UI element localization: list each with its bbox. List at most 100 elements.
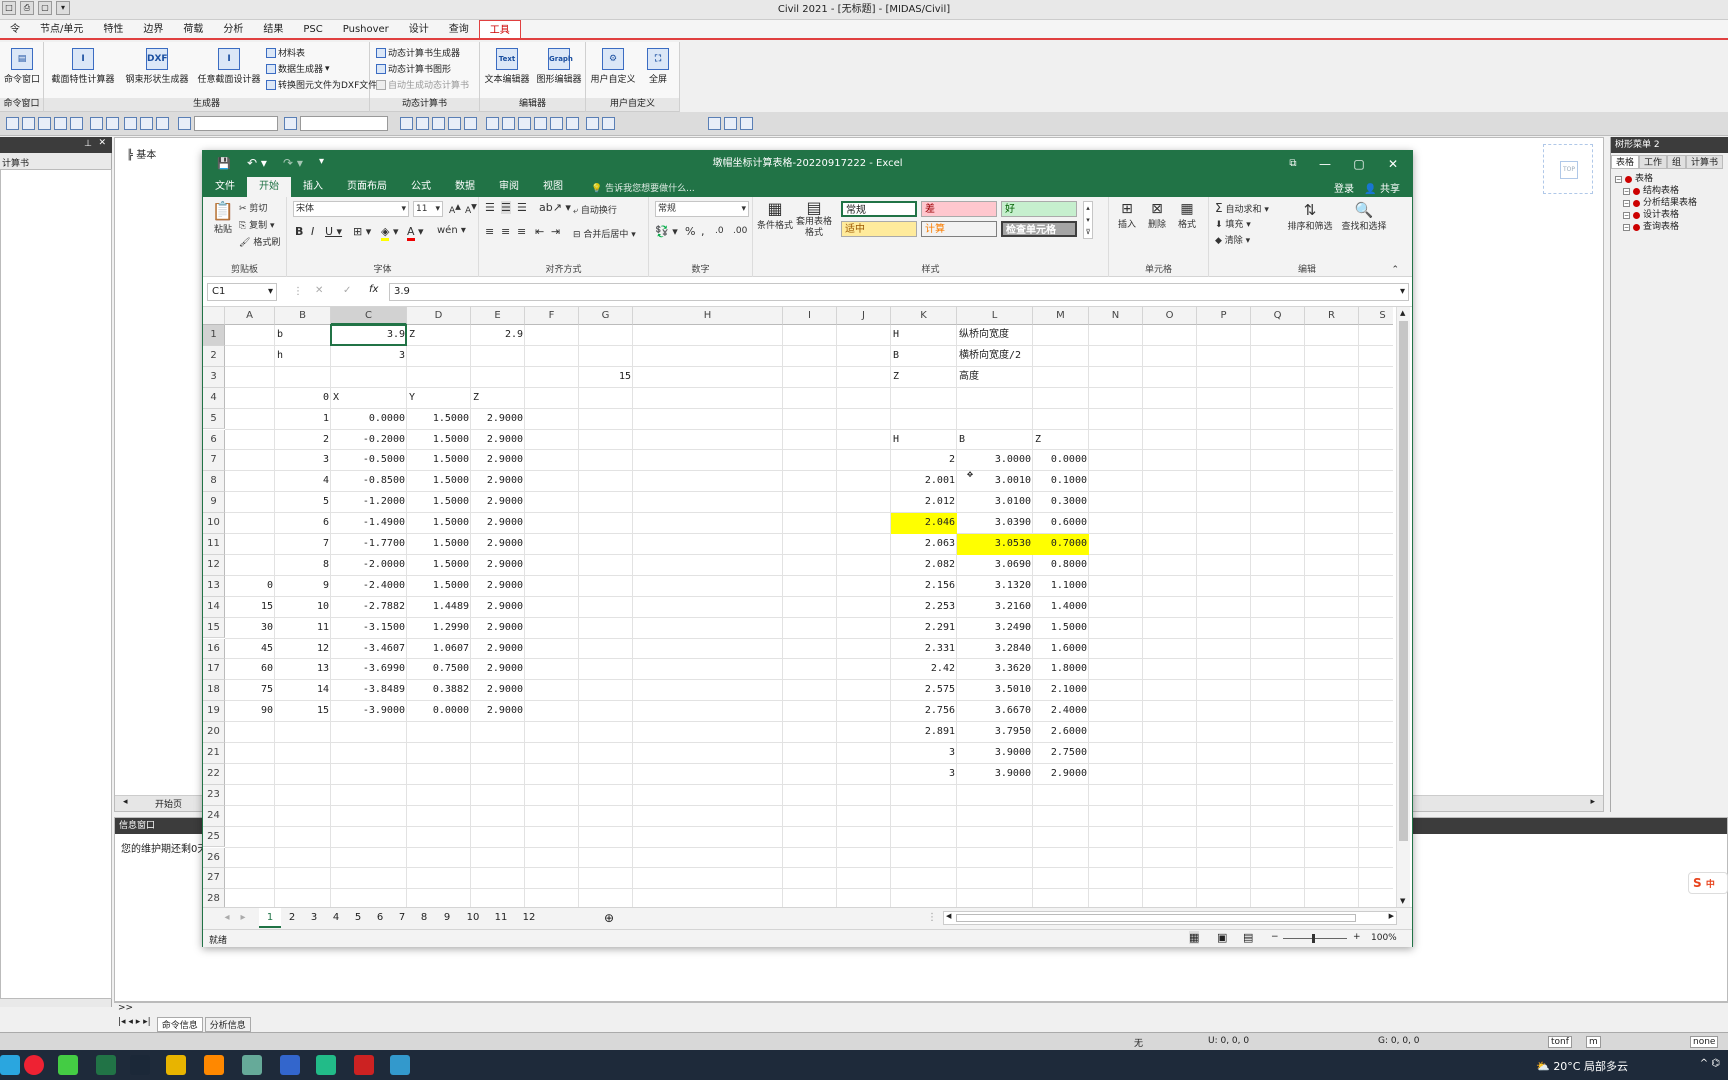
any-section-button[interactable]: I 任意截面设计器 (196, 46, 262, 85)
tree-tab-0[interactable]: 表格 (1611, 155, 1640, 169)
cell-M12[interactable]: 0.8000 (1033, 555, 1089, 576)
row-header[interactable]: 8 (203, 471, 225, 493)
sheet-tab-8[interactable]: 8 (413, 908, 435, 928)
cell-K11[interactable]: 2.063 (891, 534, 957, 555)
cell-B13[interactable]: 9 (275, 576, 331, 597)
cell-D5[interactable]: 1.5000 (407, 409, 471, 430)
data-generator-button[interactable]: 数据生成器 ▾ (266, 62, 330, 75)
cell-M20[interactable]: 2.6000 (1033, 722, 1089, 743)
cell-B17[interactable]: 13 (275, 659, 331, 680)
cell-K14[interactable]: 2.253 (891, 597, 957, 618)
tree-item[interactable]: − 查询表格 (1615, 221, 1697, 233)
view-top-icon[interactable] (416, 117, 429, 130)
column-header[interactable]: D (407, 307, 471, 325)
tree-item[interactable]: − 结构表格 (1615, 185, 1697, 197)
maximize-button[interactable]: ▢ (1342, 151, 1376, 177)
cell-M21[interactable]: 2.7500 (1033, 743, 1089, 764)
mail-icon[interactable] (316, 1055, 336, 1075)
grid-icon[interactable] (708, 117, 721, 130)
cell-M9[interactable]: 0.3000 (1033, 492, 1089, 513)
cell-D13[interactable]: 1.5000 (407, 576, 471, 597)
window-icon[interactable]: ▢ (38, 1, 52, 15)
row-header[interactable]: 20 (203, 722, 225, 743)
cell-M6[interactable]: Z (1033, 430, 1089, 451)
row-header[interactable]: 22 (203, 763, 225, 785)
hidden-icon[interactable] (486, 117, 499, 130)
row-header[interactable]: 10 (203, 513, 225, 534)
row-header[interactable]: 27 (203, 868, 225, 890)
cell-A13[interactable]: 0 (225, 576, 275, 597)
cell-C10[interactable]: -1.4900 (331, 513, 407, 534)
civil-tab-0[interactable]: 令 (0, 20, 30, 38)
scroll-down-icon[interactable]: ▼ (1400, 897, 1405, 905)
cell-C6[interactable]: -0.2000 (331, 430, 407, 451)
cancel-icon[interactable]: ✕ (315, 285, 323, 296)
close-icon[interactable]: ✕ (98, 138, 106, 148)
decrease-decimal-icon[interactable]: .00 (733, 226, 747, 236)
sheet-tab-5[interactable]: 5 (347, 908, 369, 928)
redo-icon[interactable]: ↷ ▾ (283, 156, 303, 170)
cell-K22[interactable]: 3 (891, 764, 957, 785)
steel-shape-button[interactable]: DXF 钢束形状生成器 (122, 46, 192, 85)
style-check[interactable]: 检查单元格 (1001, 221, 1077, 237)
tree-item[interactable]: − 分析结果表格 (1615, 197, 1697, 209)
row-header[interactable]: 16 (203, 638, 225, 660)
cell-G3[interactable]: 15 (579, 367, 633, 388)
cell-D10[interactable]: 1.5000 (407, 513, 471, 534)
view-iso-icon[interactable] (448, 117, 461, 130)
close-button[interactable]: ✕ (1376, 151, 1410, 177)
scroll-right-icon[interactable]: ▶ (1389, 912, 1394, 920)
enter-icon[interactable]: ✓ (343, 285, 351, 296)
expand-icon[interactable]: − (1615, 175, 1622, 183)
cell-C13[interactable]: -2.4000 (331, 576, 407, 597)
copy-button[interactable]: ⎘ 复制 ▾ (239, 218, 274, 231)
bold-icon[interactable]: B (295, 225, 303, 238)
cell-E14[interactable]: 2.9000 (471, 597, 525, 618)
zoom-in-icon[interactable]: + (1353, 932, 1361, 942)
cell-K3[interactable]: Z (891, 367, 957, 388)
row-header[interactable]: 13 (203, 575, 225, 597)
increase-decimal-icon[interactable]: .0 (715, 226, 724, 236)
cell-M11[interactable]: 0.7000 (1033, 534, 1089, 555)
clear-button[interactable]: ◆ 清除 ▾ (1215, 233, 1250, 246)
cell-K9[interactable]: 2.012 (891, 492, 957, 513)
spreadsheet-grid[interactable]: A B C D E F G H I J K L M N O P Q R S 1 2 3 4 5 6 7 8 9 10 11 12 13 14 15… (203, 307, 1393, 907)
number-format-select[interactable]: 常规 ▾ (655, 201, 749, 217)
sheet-tab-1[interactable]: 1 (259, 908, 281, 928)
currency-icon[interactable]: 💱 ▾ (655, 225, 678, 238)
cell-L21[interactable]: 3.9000 (957, 743, 1033, 764)
border-icon[interactable]: ⊞ ▾ (353, 225, 371, 238)
network-icon[interactable]: ⌬ (1711, 1058, 1720, 1069)
user-custom-button[interactable]: ⚙ 用户自定义 (588, 46, 638, 85)
cell-E8[interactable]: 2.9000 (471, 471, 525, 492)
cell-A14[interactable]: 15 (225, 597, 275, 618)
tree-tab-3[interactable]: 计算书 (1686, 155, 1724, 169)
excel-tab-7[interactable]: 视图 (531, 177, 575, 197)
unselect-icon[interactable] (90, 117, 103, 130)
cell-E13[interactable]: 2.9000 (471, 576, 525, 597)
to-dxf-button[interactable]: 转换图元文件为DXF文件 (266, 78, 377, 91)
cell-K18[interactable]: 2.575 (891, 680, 957, 701)
select-all-corner[interactable] (203, 307, 225, 325)
civil-tab-3[interactable]: 边界 (133, 20, 173, 38)
column-header[interactable]: O (1143, 307, 1197, 325)
cell-E15[interactable]: 2.9000 (471, 618, 525, 639)
cell-M15[interactable]: 1.5000 (1033, 618, 1089, 639)
column-header[interactable]: E (471, 307, 525, 325)
civil-tab-8[interactable]: Pushover (333, 20, 399, 38)
autocad-icon[interactable] (354, 1055, 374, 1075)
row-header[interactable]: 23 (203, 784, 225, 806)
cell-L14[interactable]: 3.2160 (957, 597, 1033, 618)
page-layout-icon[interactable]: ▣ (1217, 931, 1227, 944)
column-header[interactable]: L (957, 307, 1033, 325)
cell-K19[interactable]: 2.756 (891, 701, 957, 722)
row-header[interactable]: 9 (203, 492, 225, 514)
minimize-button[interactable]: — (1308, 151, 1342, 177)
auto-dyn-button[interactable]: 自动生成动态计算书 (376, 78, 469, 91)
row-header[interactable]: 18 (203, 680, 225, 702)
sheet-tab-10[interactable]: 10 (459, 908, 487, 928)
select-polygon-icon[interactable] (38, 117, 51, 130)
row-header[interactable]: 7 (203, 450, 225, 472)
app-icon[interactable] (204, 1055, 224, 1075)
cell-C18[interactable]: -3.8489 (331, 680, 407, 701)
